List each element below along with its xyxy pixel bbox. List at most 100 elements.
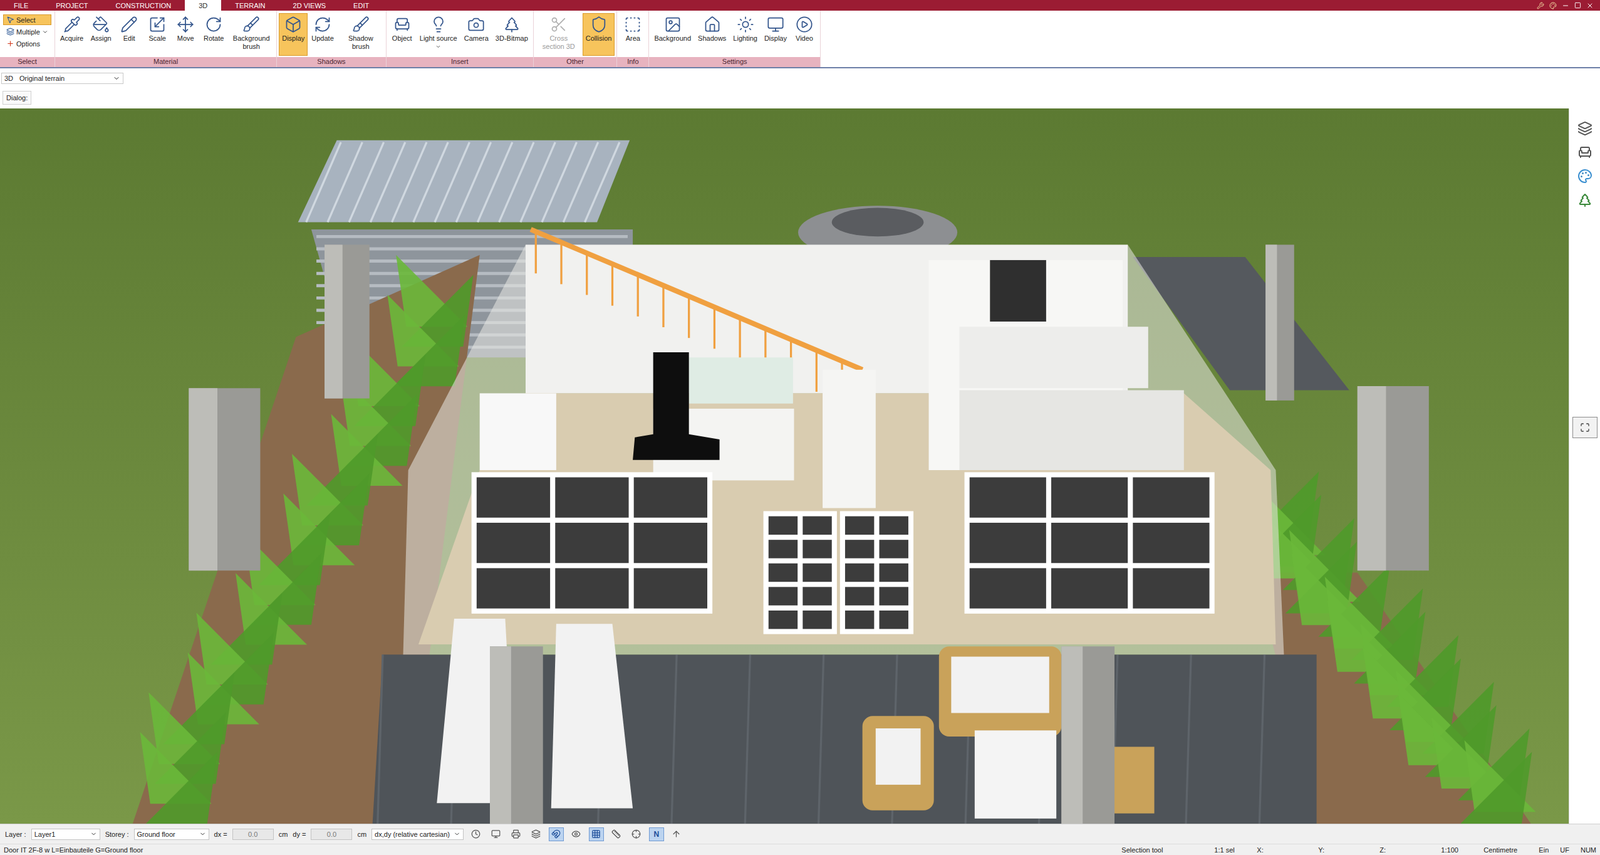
ribbon-button[interactable]: Cross section 3D (535, 13, 582, 56)
fridge (822, 369, 876, 509)
dropdown-arrow-icon (435, 43, 442, 50)
ribbon-button[interactable]: Display (761, 13, 790, 56)
tool-icon (671, 828, 681, 839)
menu-tab[interactable]: EDIT (339, 0, 383, 11)
storey-select[interactable]: Ground floor (134, 828, 210, 840)
layers-icon[interactable] (1577, 120, 1593, 136)
expand-icon (1579, 422, 1590, 433)
ribbon-button[interactable]: Camera (461, 13, 492, 56)
ribbon-button[interactable]: Lighting (729, 13, 761, 56)
coffee-table (974, 729, 1057, 819)
ribbon-button[interactable]: Video (790, 13, 819, 56)
layer-select[interactable]: Layer1 (31, 828, 101, 840)
ribbon-button[interactable]: Acquire (57, 13, 87, 56)
ribbon-small-button[interactable]: Multiple (3, 26, 52, 37)
ribbon-button[interactable]: Light source (416, 13, 461, 56)
tool-toggle[interactable] (669, 826, 685, 841)
palette-icon[interactable] (1577, 168, 1593, 184)
ribbon-button[interactable]: Area (618, 13, 647, 56)
window-pane (802, 516, 832, 535)
tool-toggle[interactable] (568, 826, 584, 841)
tool-toggle[interactable] (468, 826, 484, 841)
tool-toggle[interactable] (588, 826, 604, 841)
ribbon-button-icon (352, 15, 370, 34)
armchair-icon[interactable] (1577, 144, 1593, 160)
tool-toggle[interactable] (628, 826, 645, 841)
ribbon-button[interactable]: Background brush (228, 13, 275, 56)
status-snap: Ein (1538, 845, 1549, 854)
window-pane (1051, 522, 1128, 563)
window-pane (768, 586, 798, 605)
dy-input[interactable]: 0.0 (310, 828, 353, 840)
ribbon-group: ObjectLight sourceCamera3D-BitmapInsert (386, 10, 534, 68)
menu-tab[interactable]: FILE (0, 0, 42, 11)
window-pane (555, 567, 629, 608)
ribbon-button[interactable]: Collision (582, 13, 616, 56)
minimize-icon[interactable] (1561, 1, 1570, 10)
ribbon-button[interactable]: Background (650, 13, 695, 56)
tool-icon (511, 828, 521, 839)
tool-toggle[interactable] (508, 826, 524, 841)
ribbon-group-body: SelectMultipleOptions (0, 10, 55, 58)
pillar (1061, 645, 1115, 824)
ribbon-button[interactable]: Move (171, 13, 200, 56)
pillar (188, 387, 260, 571)
tool-toggle[interactable]: N (649, 826, 665, 841)
window-pane (1132, 522, 1210, 563)
ribbon-button[interactable]: Update (308, 13, 337, 56)
maximize-icon[interactable] (1574, 1, 1582, 9)
status-unit: Centimetre (1483, 845, 1528, 854)
3d-viewport[interactable] (0, 108, 1569, 824)
ribbon-button[interactable]: Shadow brush (337, 13, 385, 56)
ribbon-button-icon (467, 15, 485, 34)
ribbon-button[interactable]: 3D-Bitmap (492, 13, 532, 56)
tool-toggle[interactable] (528, 826, 544, 841)
tool-toggle[interactable] (488, 826, 504, 841)
menu-tab[interactable]: CONSTRUCTION (102, 0, 186, 11)
front-door-left (763, 510, 837, 634)
shelf (479, 392, 557, 470)
ribbon-group: AcquireAssignEditScaleMoveRotateBackgrou… (55, 10, 277, 68)
tools-icon[interactable] (1536, 1, 1545, 10)
window-pane (768, 563, 798, 582)
ribbon-button[interactable]: Object (388, 13, 416, 56)
menu-tab[interactable]: TERRAIN (221, 0, 279, 11)
dx-input[interactable]: 0.0 (232, 828, 274, 840)
window-pane (879, 586, 909, 605)
menu-tab[interactable]: PROJECT (41, 0, 102, 11)
tool-icon (591, 828, 601, 839)
tool-toggle[interactable] (548, 826, 564, 841)
side-panel (1568, 108, 1600, 824)
ribbon-small-button[interactable]: Options (3, 38, 52, 49)
panel-handle[interactable] (1572, 416, 1598, 438)
dialog-label: Dialog: (2, 90, 32, 105)
close-icon[interactable] (1586, 1, 1594, 10)
tree-icon[interactable] (1577, 192, 1593, 208)
tool-toggle[interactable] (608, 826, 624, 841)
bottom-bar: Layer :Layer1Storey :Ground floordx =0.0… (0, 823, 1600, 844)
range-hood (632, 352, 720, 460)
terrain-select[interactable]: 3DOriginal terrain (1, 72, 124, 84)
ribbon-button[interactable]: Edit (115, 13, 143, 56)
window-pane (845, 610, 874, 629)
lawn (0, 108, 1569, 824)
window-pane (476, 476, 551, 517)
ribbon-button-icon (176, 15, 195, 34)
palette-icon[interactable] (1549, 1, 1557, 10)
kitchen-cabinet (689, 357, 794, 404)
ribbon-button-icon (736, 15, 755, 34)
menu-tab[interactable]: 3D (184, 0, 222, 11)
ribbon-button[interactable]: Shadows (694, 13, 730, 56)
ribbon-button[interactable]: Scale (143, 13, 172, 56)
coord-mode-select[interactable]: dx,dy (relative cartesian) (371, 828, 464, 840)
ribbon-button[interactable]: Assign (87, 13, 115, 56)
menu-tab[interactable]: 2D VIEWS (279, 0, 341, 11)
ribbon-small-button[interactable]: Select (3, 14, 52, 26)
ribbon-group: DisplayUpdateShadow brushShadows (276, 10, 387, 68)
ribbon-button[interactable]: Display (278, 13, 308, 56)
ribbon-group-label: Info (617, 57, 649, 68)
ribbon-button[interactable]: Rotate (199, 13, 228, 56)
ribbon-group-label: Settings (649, 57, 821, 68)
ribbon-group: SelectMultipleOptionsSelect (0, 10, 56, 68)
ribbon-button-icon (284, 15, 302, 34)
